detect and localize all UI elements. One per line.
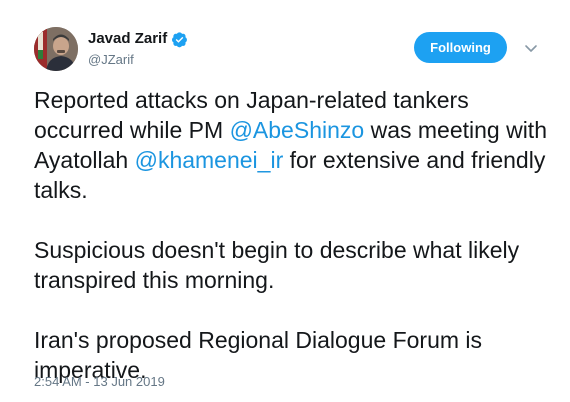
name-row: Javad Zarif <box>88 29 188 49</box>
tweet-text: Reported attacks on Japan-related tanker… <box>34 85 554 385</box>
handle[interactable]: @JZarif <box>88 50 188 70</box>
timestamp[interactable]: 2:54 AM - 13 Jun 2019 <box>34 374 165 389</box>
verified-badge-icon <box>171 31 188 48</box>
mention-link-abeshinzo[interactable]: @AbeShinzo <box>230 117 365 143</box>
chevron-down-icon[interactable] <box>523 40 539 56</box>
tweet-paragraph-1: Reported attacks on Japan-related tanker… <box>34 85 554 205</box>
display-name[interactable]: Javad Zarif <box>88 29 167 49</box>
avatar-image <box>34 27 78 71</box>
tweet-card: Javad Zarif @JZarif Following Reported a… <box>0 0 570 402</box>
avatar[interactable] <box>34 27 78 71</box>
mention-link-khamenei[interactable]: @khamenei_ir <box>135 147 284 173</box>
tweet-paragraph-2: Suspicious doesn't begin to describe wha… <box>34 237 520 293</box>
following-button[interactable]: Following <box>414 32 507 63</box>
author-block: Javad Zarif @JZarif <box>88 29 188 70</box>
